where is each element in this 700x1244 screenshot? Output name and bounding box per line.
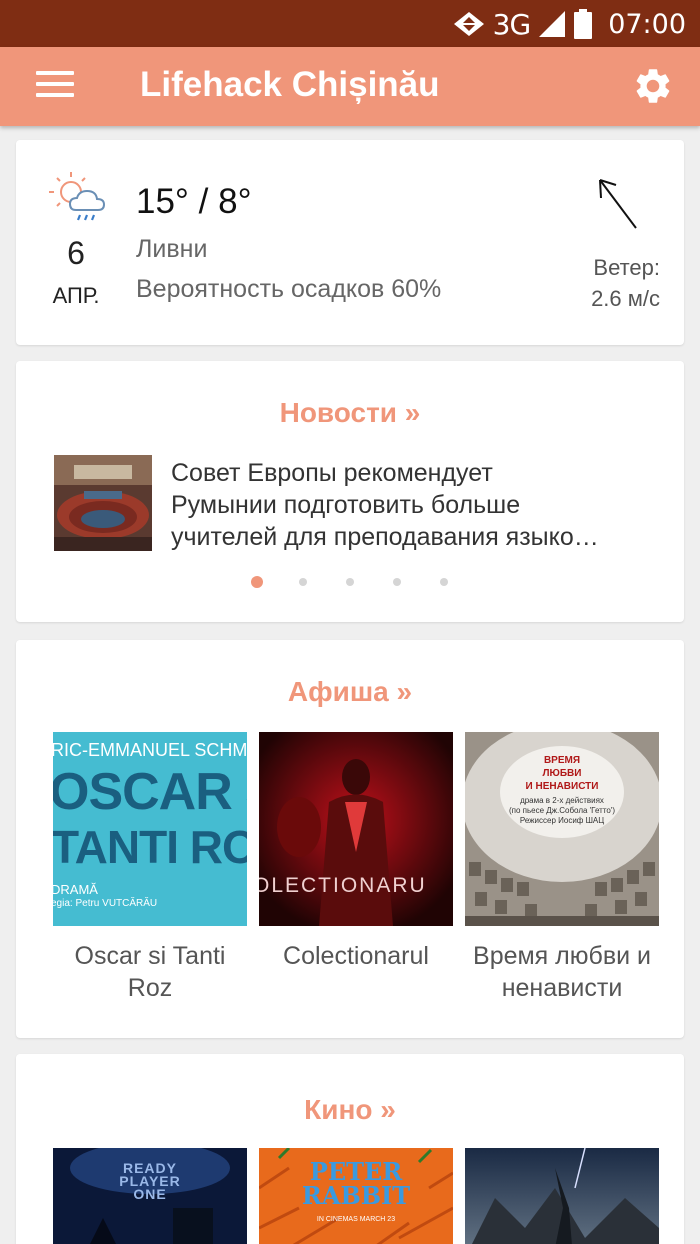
status-bar: 3G 07:00: [0, 0, 700, 47]
kino-poster-peter-rabbit[interactable]: PETER RABBIT IN CINEMAS MARCH 23: [259, 1148, 453, 1244]
sun-cloud-rain-icon: [49, 172, 106, 221]
kino-poster-ready-player-one[interactable]: READY PLAYER ONE: [53, 1148, 247, 1244]
news-section-link[interactable]: Новости »: [16, 397, 684, 429]
data-transfer-icon: [453, 12, 484, 36]
news-pager: [16, 575, 684, 589]
pager-dot[interactable]: [393, 578, 401, 586]
pager-dot[interactable]: [251, 576, 263, 588]
kino-poster-third[interactable]: [465, 1148, 659, 1244]
network-type: 3G: [492, 7, 532, 41]
wind-direction-arrow-icon: [599, 179, 637, 229]
afisha-poster-colectionarul[interactable]: OLECTIONARU: [259, 732, 453, 926]
afisha-item-label[interactable]: Colectionarul: [259, 940, 453, 972]
signal-icon: [539, 11, 566, 37]
wind-label: Ветер:: [593, 255, 660, 280]
weather-month: АПР.: [52, 283, 100, 308]
afisha-item-label[interactable]: Время любви и ненависти: [465, 940, 659, 1004]
battery-icon: [574, 9, 593, 39]
clock: 07:00: [608, 8, 686, 40]
menu-icon[interactable]: [36, 71, 74, 101]
pager-dot[interactable]: [346, 578, 354, 586]
pager-dot[interactable]: [440, 578, 448, 586]
afisha-item-label[interactable]: Oscar si Tanti Roz: [53, 940, 247, 1004]
news-thumbnail[interactable]: [54, 455, 152, 551]
afisha-poster-oscar[interactable]: RIC-EMMANUEL SCHMITT OSCAR Ș TANTI ROZ D…: [53, 732, 247, 926]
afisha-card: Афиша » RIC-EMMANUEL SCHMITT OSCAR Ș TAN…: [16, 640, 684, 1038]
app-title: Lifehack Chișinău: [140, 65, 440, 104]
news-headline[interactable]: Совет Европы рекомендует Румынии подгото…: [171, 457, 651, 553]
weather-card[interactable]: 6 АПР. 15° / 8° Ливни Вероятность осадко…: [16, 140, 684, 345]
pager-dot[interactable]: [299, 578, 307, 586]
news-card: Новости » Совет Европы рекомендует Румын…: [16, 361, 684, 622]
precipitation-probability: Вероятность осадков 60%: [136, 275, 442, 303]
afisha-section-link[interactable]: Афиша »: [16, 676, 684, 708]
afisha-poster-vremya-lyubvi[interactable]: ВРЕМЯ ЛЮБВИ И НЕНАВИСТИ драма в 2-х дейс…: [465, 732, 659, 926]
kino-section-link[interactable]: Кино »: [16, 1094, 684, 1126]
parliament-hall-image: [54, 455, 152, 551]
weather-day: 6: [67, 235, 85, 271]
weather-temperature: 15° / 8°: [136, 182, 252, 221]
app-bar: Lifehack Chișinău: [0, 47, 700, 126]
weather-condition: Ливни: [136, 235, 208, 263]
settings-gear-icon[interactable]: [632, 65, 674, 107]
wind-speed: 2.6 м/с: [591, 286, 660, 311]
kino-card: Кино » READY PLAYER ONE PETER RABBIT IN …: [16, 1054, 684, 1244]
